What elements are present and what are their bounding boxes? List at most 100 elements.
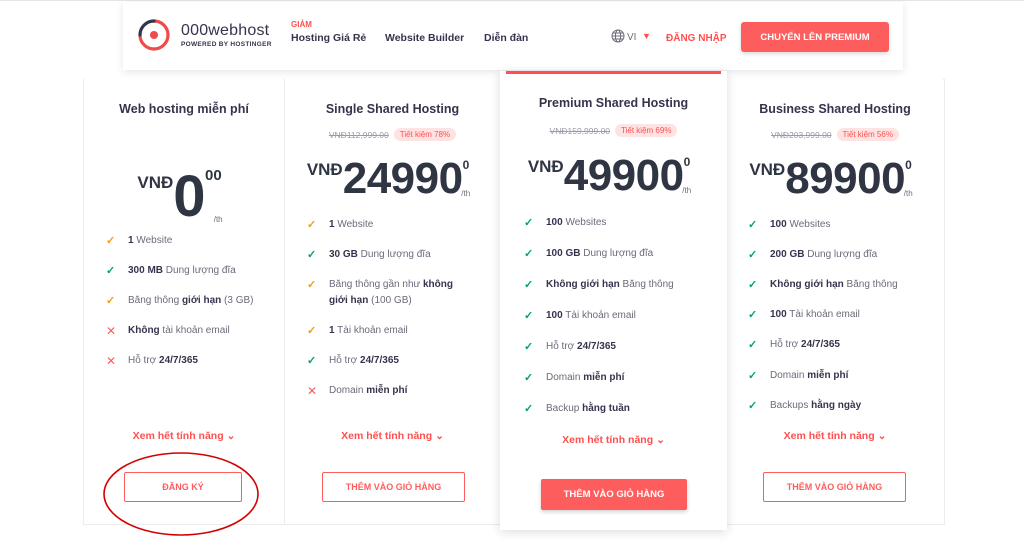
chevron-down-icon: ⌄: [656, 434, 665, 446]
caret-down-icon: ▼: [642, 31, 651, 41]
feature-item: ✓ Domain miễn phí: [748, 370, 849, 382]
plan-card-business: Business Shared Hosting VNĐ203,999.00 Tiế…: [727, 79, 943, 524]
plan-card-free: Web hosting miễn phí VNĐ000/th ✓ 1 Websi…: [84, 79, 284, 524]
nav-item-website-builder[interactable]: Website Builder: [385, 32, 464, 44]
language-label: VI: [627, 32, 637, 43]
feature-item: ✓ Domain miễn phí: [524, 372, 625, 384]
feature-item: ✓ Backups hằng ngày: [748, 400, 862, 412]
logo-tagline: POWERED BY HOSTINGER: [181, 41, 272, 48]
see-all-features-link[interactable]: Xem hết tính năng ⌄: [500, 434, 727, 446]
check-icon: ✓: [748, 249, 758, 261]
price-amount: 0: [173, 164, 206, 229]
add-to-cart-button[interactable]: THÊM VÀO GIỎ HÀNG: [541, 479, 687, 510]
price-currency: VNĐ: [306, 160, 343, 179]
check-icon: ✓: [524, 217, 534, 229]
price-period: /th: [213, 215, 223, 224]
feature-item: ✓ Băng thông gần như không giới hạn (100…: [307, 279, 453, 306]
feature-item: ✓ Backup hằng tuần: [524, 403, 630, 415]
feature-item: ✓ Hỗ trợ 24/7/365: [524, 341, 616, 353]
plan-title: Premium Shared Hosting: [538, 96, 689, 110]
see-all-features-link[interactable]: Xem hết tính năng ⌄: [84, 430, 284, 442]
old-price: VNĐ159,999.00: [549, 125, 611, 136]
price-period: /th: [903, 189, 913, 198]
check-icon: ✓: [748, 339, 758, 351]
feature-item: ✓ 100 Websites: [748, 219, 831, 231]
plan-card-premium: Premium Shared Hosting VNĐ159,999.00 Tiết…: [500, 71, 727, 530]
check-icon: ✓: [748, 370, 758, 382]
feature-item: ✓ Băng thông giới hạn (3 GB): [106, 295, 254, 307]
check-icon: ✓: [307, 249, 317, 261]
check-warning-icon: ✓: [307, 279, 317, 291]
check-icon: ✓: [524, 372, 534, 384]
feature-item: ✓ 100 GB Dung lượng đĩa: [524, 248, 654, 260]
check-warning-icon: ✓: [106, 295, 116, 307]
add-to-cart-button[interactable]: THÊM VÀO GIỎ HÀNG: [763, 472, 906, 502]
check-icon: ✓: [524, 341, 534, 353]
plan-title: Web hosting miễn phí: [119, 102, 249, 116]
featured-accent-bar: [506, 71, 721, 74]
check-icon: ✓: [748, 219, 758, 231]
feature-item: ✓ 1 Website: [307, 219, 374, 231]
cross-icon: ✕: [307, 384, 318, 398]
feature-item: ✕ Không tài khoản email: [106, 324, 230, 338]
price-decimal: 00: [205, 167, 222, 184]
check-icon: ✓: [748, 309, 758, 321]
nav-item-cheap-hosting[interactable]: Hosting Giá Rẻ: [291, 32, 366, 44]
price-amount: 24990: [342, 154, 463, 203]
check-warning-icon: ✓: [106, 235, 116, 247]
price-currency: VNĐ: [749, 160, 786, 179]
top-border: [0, 0, 1024, 1]
price-amount: 49900: [563, 151, 684, 200]
plan-card-single: Single Shared Hosting VNĐ112,999.00 Tiết …: [284, 79, 500, 524]
check-icon: ✓: [524, 310, 534, 322]
chevron-down-icon: ⌄: [226, 430, 236, 442]
price-decimal: 0: [462, 158, 470, 172]
login-link[interactable]: ĐĂNG NHẬP: [666, 33, 727, 44]
see-all-features-link[interactable]: Xem hết tính năng ⌄: [285, 430, 500, 442]
signup-button[interactable]: ĐĂNG KÝ: [124, 472, 242, 502]
language-selector[interactable]: VI ▼: [611, 29, 651, 47]
check-icon: ✓: [748, 400, 758, 412]
plan-price: VNĐ000/th: [84, 163, 284, 230]
discount-badge: Tiết kiệm 56%: [836, 128, 899, 142]
plan-price: VNĐ249900/th: [285, 154, 500, 204]
feature-item: ✓ 100 Websites: [524, 217, 607, 229]
logo-name[interactable]: 000webhost: [181, 22, 269, 40]
feature-item: ✓ Không giới hạn Băng thông: [748, 279, 898, 291]
see-all-features-link[interactable]: Xem hết tính năng ⌄: [727, 430, 943, 442]
feature-item: ✓ 100 Tài khoản email: [748, 309, 860, 321]
cross-icon: ✕: [106, 354, 117, 368]
nav-discount-badge: GIẢM: [291, 20, 312, 29]
upgrade-premium-button[interactable]: CHUYỂN LÊN PREMIUM: [741, 22, 889, 52]
check-icon: ✓: [524, 279, 534, 291]
check-icon: ✓: [524, 403, 534, 415]
old-price: VNĐ203,999.00: [771, 129, 832, 140]
cross-icon: ✕: [106, 324, 117, 338]
feature-item: ✓ 300 MB Dung lượng đĩa: [106, 265, 236, 277]
site-header: 000webhost POWERED BY HOSTINGER GIẢM Hos…: [123, 2, 903, 70]
old-price: VNĐ112,999.00: [328, 129, 389, 140]
price-currency: VNĐ: [527, 157, 564, 176]
nav-item-forum[interactable]: Diễn đàn: [484, 32, 528, 44]
feature-item: ✓ Hỗ trợ 24/7/365: [307, 355, 399, 367]
price-currency: VNĐ: [137, 173, 174, 192]
add-to-cart-button[interactable]: THÊM VÀO GIỎ HÀNG: [322, 472, 465, 502]
check-icon: ✓: [748, 279, 758, 291]
feature-item: ✓ 200 GB Dung lượng đĩa: [748, 249, 878, 261]
chevron-down-icon: ⌄: [435, 430, 444, 442]
feature-item: ✕ Hỗ trợ 24/7/365: [106, 354, 198, 368]
feature-item: ✓ Hỗ trợ 24/7/365: [748, 339, 840, 351]
check-icon: ✓: [524, 248, 534, 260]
check-icon: ✓: [106, 265, 116, 277]
feature-item: ✓ Không giới hạn Băng thông: [524, 279, 674, 291]
check-icon: ✓: [307, 355, 317, 367]
feature-item: ✓ 100 Tài khoản email: [524, 310, 636, 322]
logo-icon[interactable]: [137, 18, 171, 52]
price-period: /th: [461, 189, 471, 198]
old-price-row: VNĐ112,999.00 Tiết kiệm 78%: [285, 126, 500, 144]
price-decimal: 0: [905, 158, 912, 172]
price-decimal: 0: [683, 155, 691, 169]
feature-item: ✓ 30 GB Dung lượng đĩa: [307, 249, 431, 261]
feature-item: ✓ 1 Website: [106, 235, 173, 247]
old-price-row: VNĐ203,999.00 Tiết kiệm 56%: [727, 126, 943, 144]
